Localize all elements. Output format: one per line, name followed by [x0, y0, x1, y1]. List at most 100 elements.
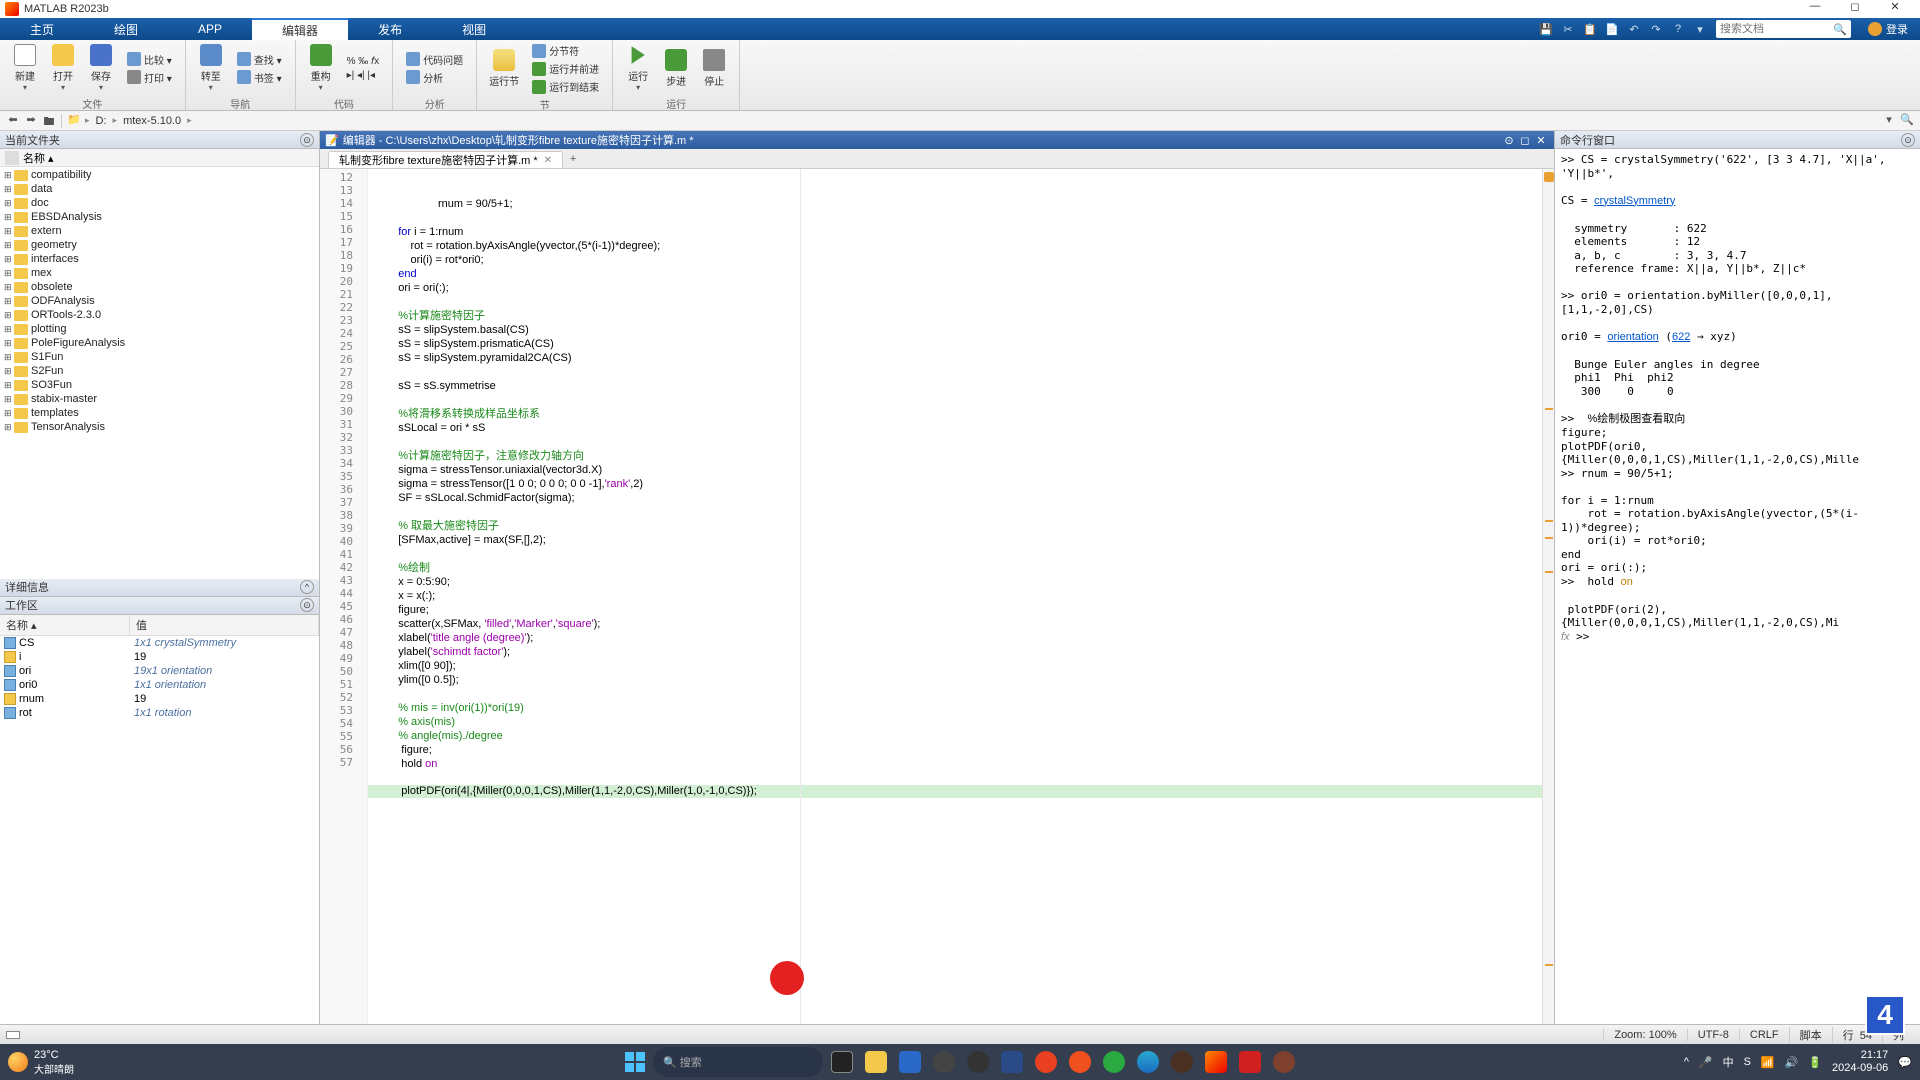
- folder-item[interactable]: ⊞ODFAnalysis: [0, 294, 319, 308]
- print-button[interactable]: 打印 ▾: [124, 69, 175, 86]
- workspace-row[interactable]: rot1x1 rotation: [0, 706, 319, 720]
- app-icon-5[interactable]: [1269, 1047, 1299, 1077]
- step-button[interactable]: 步进: [657, 47, 695, 90]
- folder-item[interactable]: ⊞data: [0, 182, 319, 196]
- folder-item[interactable]: ⊞S2Fun: [0, 364, 319, 378]
- folder-item[interactable]: ⊞mex: [0, 266, 319, 280]
- status-zoom[interactable]: Zoom: 100%: [1603, 1029, 1686, 1041]
- tray-app-icon[interactable]: S: [1744, 1056, 1751, 1068]
- folder-item[interactable]: ⊞PoleFigureAnalysis: [0, 336, 319, 350]
- tab-editor[interactable]: 编辑器: [252, 18, 348, 40]
- new-button[interactable]: 新建▾: [6, 42, 44, 94]
- editor-menu-icon[interactable]: ⊙: [1501, 134, 1517, 147]
- runtoend-button[interactable]: 运行到结束: [529, 78, 602, 95]
- folder-item[interactable]: ⊞geometry: [0, 238, 319, 252]
- bookmark-button[interactable]: 书签 ▾: [234, 69, 285, 86]
- editor-tab-1[interactable]: 轧制变形fibre texture施密特因子计算.m *✕: [328, 151, 563, 168]
- workspace-row[interactable]: ori19x1 orientation: [0, 664, 319, 678]
- tray-battery-icon[interactable]: 🔋: [1808, 1056, 1822, 1069]
- nav-fwd-icon[interactable]: ➡: [22, 113, 40, 129]
- save-button[interactable]: 保存▾: [82, 42, 120, 94]
- settings-icon[interactable]: [929, 1047, 959, 1077]
- qa-paste-icon[interactable]: 📄: [1601, 18, 1623, 40]
- code-area[interactable]: 12 13 14 15 16 17 18 19 20 21 22 23 24 2…: [320, 169, 1554, 1024]
- qa-redo-icon[interactable]: ↷: [1645, 18, 1667, 40]
- message-bar[interactable]: [1542, 169, 1554, 1024]
- open-button[interactable]: 打开▾: [44, 42, 82, 94]
- cmdwin-menu-icon[interactable]: ⊙: [1901, 133, 1915, 147]
- folder-icon[interactable]: 📁: [65, 113, 83, 129]
- calculator-icon[interactable]: [997, 1047, 1027, 1077]
- analyzer-button[interactable]: 代码问题: [403, 51, 466, 68]
- folder-item[interactable]: ⊞extern: [0, 224, 319, 238]
- system-tray[interactable]: ^ 🎤 中 S 📶 🔊 🔋 21:17 2024-09-06 💬: [1684, 1049, 1912, 1075]
- pdf-icon[interactable]: [1235, 1047, 1265, 1077]
- app-icon-3[interactable]: [1065, 1047, 1095, 1077]
- qa-cut-icon[interactable]: ✂: [1557, 18, 1579, 40]
- qa-help-icon[interactable]: ?: [1667, 18, 1689, 40]
- start-button[interactable]: [621, 1048, 649, 1076]
- addr-search-icon[interactable]: 🔍: [1898, 113, 1916, 129]
- tray-volume-icon[interactable]: 🔊: [1785, 1056, 1799, 1069]
- nav-up-icon[interactable]: 🖿: [40, 113, 58, 129]
- folder-item[interactable]: ⊞S1Fun: [0, 350, 319, 364]
- wechat-icon[interactable]: [1099, 1047, 1129, 1077]
- workspace-row[interactable]: rnum19: [0, 692, 319, 706]
- folder-item[interactable]: ⊞EBSDAnalysis: [0, 210, 319, 224]
- stop-button[interactable]: 停止: [695, 47, 733, 90]
- crumb-folder[interactable]: mtex-5.10.0: [119, 115, 185, 127]
- folder-item[interactable]: ⊞SO3Fun: [0, 378, 319, 392]
- app-icon-2[interactable]: [1031, 1047, 1061, 1077]
- currentfolder-colheader[interactable]: 名称 ▴: [0, 149, 319, 167]
- edge-icon[interactable]: [1133, 1047, 1163, 1077]
- tab-apps[interactable]: APP: [168, 18, 252, 40]
- sectionbreak-button[interactable]: 分节符: [529, 42, 602, 59]
- qa-save-icon[interactable]: 💾: [1535, 18, 1557, 40]
- crumb-drive[interactable]: D:: [92, 115, 111, 127]
- code-tools-1[interactable]: % ‰ 𝑓x: [344, 55, 383, 68]
- taskview-icon[interactable]: [827, 1047, 857, 1077]
- qa-copy-icon[interactable]: 📋: [1579, 18, 1601, 40]
- tray-mic-icon[interactable]: 🎤: [1699, 1056, 1713, 1069]
- runsection-button[interactable]: 运行节: [483, 47, 525, 90]
- compare-button[interactable]: 比较 ▾: [124, 51, 175, 68]
- goto-button[interactable]: 转至▾: [192, 42, 230, 94]
- tab-close-icon[interactable]: ✕: [544, 155, 552, 166]
- editor-max-icon[interactable]: ◻: [1517, 134, 1533, 147]
- find-button[interactable]: 查找 ▾: [234, 51, 285, 68]
- workspace-menu-icon[interactable]: ⊙: [300, 598, 314, 612]
- workspace-table[interactable]: 名称 ▴ 值 CS1x1 crystalSymmetryi19ori19x1 o…: [0, 615, 319, 1025]
- run-button[interactable]: 运行▾: [619, 42, 657, 94]
- workspace-row[interactable]: i19: [0, 650, 319, 664]
- qa-more-icon[interactable]: ▾: [1689, 18, 1711, 40]
- matlab-taskbar-icon[interactable]: [1201, 1047, 1231, 1077]
- folder-item[interactable]: ⊞templates: [0, 406, 319, 420]
- taskbar-weather[interactable]: 23°C 大部晴朗: [8, 1049, 74, 1076]
- runadvance-button[interactable]: 运行并前进: [529, 60, 602, 77]
- tab-home[interactable]: 主页: [0, 18, 84, 40]
- analyze-button[interactable]: 分析: [403, 69, 466, 86]
- maximize-button[interactable]: ◻: [1835, 0, 1875, 18]
- qa-undo-icon[interactable]: ↶: [1623, 18, 1645, 40]
- workspace-row[interactable]: ori01x1 orientation: [0, 678, 319, 692]
- notifications-icon[interactable]: 💬: [1898, 1056, 1912, 1069]
- folder-item[interactable]: ⊞interfaces: [0, 252, 319, 266]
- tray-ime-icon[interactable]: 中: [1723, 1054, 1734, 1070]
- addr-dropdown-icon[interactable]: ▾: [1880, 113, 1898, 129]
- editor-close-icon[interactable]: ✕: [1533, 134, 1549, 147]
- currentfolder-menu-icon[interactable]: ⊙: [300, 133, 314, 147]
- folder-tree[interactable]: ⊞compatibility⊞data⊞doc⊞EBSDAnalysis⊞ext…: [0, 167, 319, 579]
- tab-view[interactable]: 视图: [432, 18, 516, 40]
- minimize-button[interactable]: —: [1795, 0, 1835, 18]
- app-icon-4[interactable]: [1167, 1047, 1197, 1077]
- search-icon[interactable]: 🔍: [1833, 23, 1847, 36]
- code-tools-2[interactable]: ▸| ◂| |◂: [344, 69, 383, 82]
- close-button[interactable]: ✕: [1875, 0, 1915, 18]
- cmdwin-body[interactable]: >> CS = crystalSymmetry('622', [3 3 4.7]…: [1555, 149, 1920, 1024]
- taskbar-search[interactable]: 🔍 搜索: [653, 1047, 823, 1077]
- login-button[interactable]: 登录: [1856, 18, 1920, 40]
- nav-back-icon[interactable]: ⬅: [4, 113, 22, 129]
- tab-plots[interactable]: 绘图: [84, 18, 168, 40]
- calendar-icon[interactable]: [895, 1047, 925, 1077]
- app-icon-1[interactable]: [963, 1047, 993, 1077]
